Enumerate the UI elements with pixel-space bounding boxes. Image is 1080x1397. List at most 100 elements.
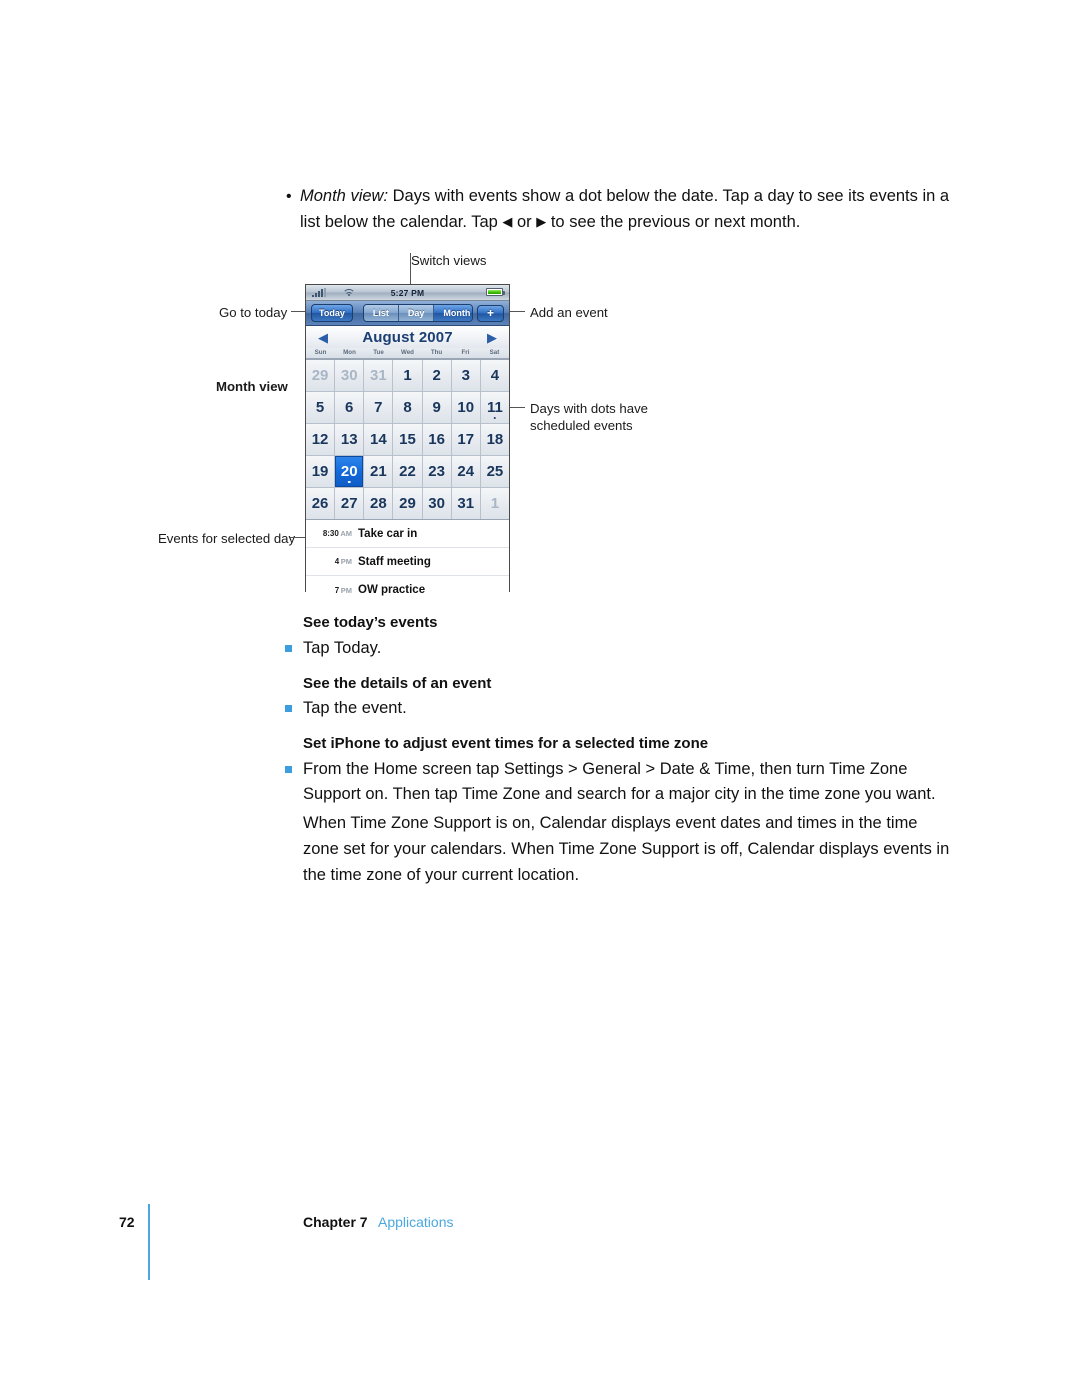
calendar-day-cell[interactable]: 8 (393, 392, 422, 423)
calendar-day-number: 23 (428, 463, 445, 480)
event-title: Staff meeting (358, 555, 431, 568)
calendar-day-cell[interactable]: 22 (393, 456, 422, 487)
next-month-button[interactable]: ▶ (487, 331, 497, 344)
calendar-day-number: 25 (486, 463, 504, 480)
calendar-day-number: 31 (457, 495, 475, 512)
calendar-day-cell[interactable]: 20 (335, 456, 364, 487)
square-bullet-icon (285, 645, 292, 652)
calendar-day-cell[interactable]: 4 (480, 360, 509, 391)
calendar-day-cell[interactable]: 19 (306, 456, 335, 487)
event-time: 7 PM (310, 586, 358, 595)
calendar-day-cell[interactable]: 31 (451, 488, 480, 519)
segment-day[interactable]: Day (398, 305, 435, 321)
calendar-day-number: 20 (340, 463, 358, 480)
footer-section: Applications (378, 1214, 454, 1230)
calendar-day-cell[interactable]: 30 (422, 488, 451, 519)
event-time-value: 7 (334, 585, 340, 595)
heading-see-todays-events: See today’s events (303, 614, 438, 631)
event-time-meridiem: AM (340, 529, 352, 538)
segment-month[interactable]: Month (434, 305, 472, 321)
footer-divider (148, 1204, 150, 1280)
calendar-day-number: 26 (311, 495, 329, 512)
weekday-header-row: Sun Mon Tue Wed Thu Fri Sat (306, 348, 509, 359)
event-row[interactable]: 7 PM OW practice (306, 576, 509, 604)
calendar-day-number: 19 (311, 463, 329, 480)
calendar-day-cell[interactable]: 26 (306, 488, 335, 519)
event-time-value: 4 (334, 557, 340, 566)
calendar-day-cell[interactable]: 1 (480, 488, 509, 519)
calendar-day-cell[interactable]: 16 (422, 424, 451, 455)
annotation-month-view: Month view (216, 379, 288, 394)
calendar-day-cell[interactable]: 24 (451, 456, 480, 487)
bullet-time-zone-instructions: From the Home screen tap Settings > Gene… (285, 757, 948, 807)
previous-month-button[interactable]: ◀ (318, 331, 328, 344)
calendar-day-cell[interactable]: 3 (451, 360, 480, 391)
calendar-day-number: 30 (428, 495, 445, 512)
next-month-arrow-icon: ▶ (536, 214, 547, 229)
calendar-day-cell[interactable]: 31 (364, 360, 393, 391)
calendar-day-number: 12 (311, 431, 329, 448)
bullet-dot-icon: • (286, 188, 292, 205)
event-title: Take car in (358, 527, 418, 540)
calendar-day-cell[interactable]: 1 (393, 360, 422, 391)
status-bar: 5:27 PM (306, 285, 509, 301)
intro-text-or: or (512, 213, 537, 231)
event-row[interactable]: 4 PM Staff meeting (306, 548, 509, 576)
calendar-day-cell[interactable]: 25 (480, 456, 509, 487)
status-bar-time: 5:27 PM (390, 287, 425, 298)
calendar-day-cell[interactable]: 14 (364, 424, 393, 455)
bullet-tap-the-event-text: Tap the event. (303, 699, 407, 717)
calendar-day-number: 1 (490, 495, 500, 512)
calendar-day-cell[interactable]: 29 (306, 360, 335, 391)
month-header: ◀ August 2007 ▶ (306, 326, 509, 348)
page-number: 72 (119, 1214, 135, 1230)
calendar-day-cell[interactable]: 18 (480, 424, 509, 455)
weekday-mon: Mon (343, 349, 356, 356)
calendar-day-cell[interactable]: 6 (335, 392, 364, 423)
intro-bullet-paragraph: • Month view: Days with events show a dot… (286, 184, 950, 235)
calendar-day-number: 10 (457, 399, 475, 416)
calendar-day-cell[interactable]: 21 (364, 456, 393, 487)
annotation-events-for-selected-day: Events for selected day (158, 531, 296, 546)
calendar-day-cell[interactable]: 28 (364, 488, 393, 519)
calendar-day-cell[interactable]: 30 (335, 360, 364, 391)
event-time-value: 8:30 (322, 529, 339, 538)
heading-see-details-of-event: See the details of an event (303, 675, 492, 692)
calendar-day-number: 29 (399, 495, 416, 512)
calendar-day-cell[interactable]: 12 (306, 424, 335, 455)
event-row[interactable]: 8:30 AM Take car in (306, 520, 509, 548)
calendar-day-number: 4 (490, 367, 500, 384)
manual-page: • Month view: Days with events show a dot… (0, 0, 1080, 1397)
bullet-time-zone-text: From the Home screen tap Settings > Gene… (303, 760, 936, 803)
calendar-day-cell[interactable]: 2 (422, 360, 451, 391)
calendar-day-cell[interactable]: 13 (335, 424, 364, 455)
annotation-days-with-dots: Days with dots have scheduled events (530, 401, 649, 433)
calendar-day-number: 5 (315, 399, 325, 416)
battery-icon (486, 288, 505, 296)
month-title: August 2007 (362, 328, 453, 346)
calendar-day-cell[interactable]: 7 (364, 392, 393, 423)
bullet-tap-today-text: Tap Today. (303, 639, 382, 657)
calendar-day-cell[interactable]: 15 (393, 424, 422, 455)
calendar-day-cell[interactable]: 23 (422, 456, 451, 487)
calendar-day-number: 15 (399, 431, 416, 448)
calendar-day-cell[interactable]: 10 (451, 392, 480, 423)
calendar-day-number: 22 (399, 463, 416, 480)
segment-list[interactable]: List (363, 305, 399, 321)
calendar-day-cell[interactable]: 17 (451, 424, 480, 455)
iphone-calendar-screenshot: 5:27 PM Today List Day Month + ◀ August … (305, 284, 510, 620)
annotation-go-to-today: Go to today (219, 305, 288, 320)
event-time: 8:30 AM (310, 529, 358, 538)
event-time-meridiem: PM (340, 585, 352, 595)
calendar-day-number: 27 (340, 495, 358, 512)
calendar-day-cell[interactable]: 27 (335, 488, 364, 519)
calendar-day-number: 24 (457, 463, 475, 480)
calendar-day-cell[interactable]: 9 (422, 392, 451, 423)
today-button[interactable]: Today (311, 304, 353, 322)
view-segmented-control[interactable]: List Day Month (362, 304, 473, 322)
calendar-day-number: 1 (403, 367, 412, 384)
add-event-button[interactable]: + (476, 304, 504, 322)
calendar-day-cell[interactable]: 5 (306, 392, 335, 423)
calendar-day-cell[interactable]: 29 (393, 488, 422, 519)
calendar-day-cell[interactable]: 11 (480, 392, 509, 423)
